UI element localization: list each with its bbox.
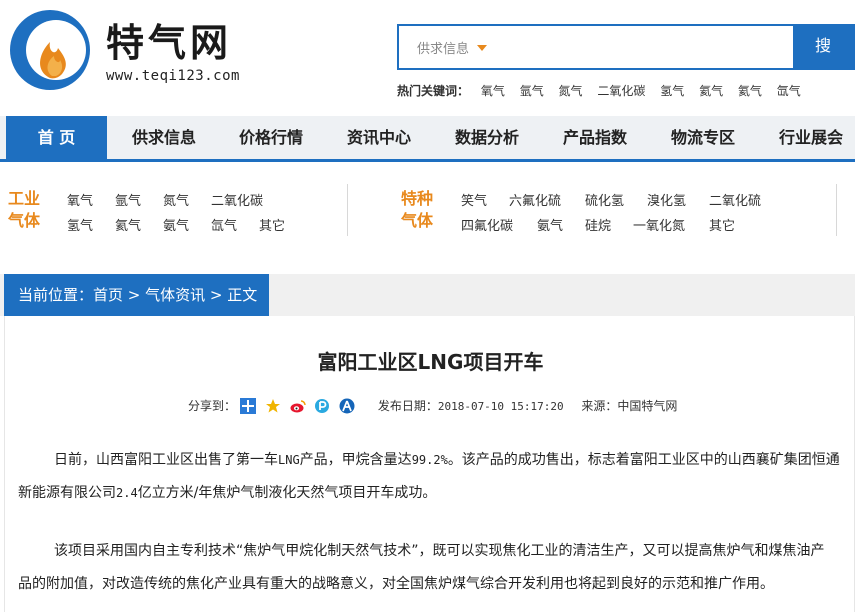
main-nav: 首 页 供求信息 价格行情 资讯中心 数据分析 产品指数 物流专区 行业展会 [0,116,855,162]
caret-down-icon [477,45,488,51]
nav-item-data[interactable]: 数据分析 [438,116,536,159]
search-button[interactable]: 搜 索 [793,24,855,101]
source-label: 来源： [581,399,618,413]
text-run: 新能源有限公司 [18,485,116,501]
article: 富阳工业区LNG项目开车 分享到： 发布日期：2018-07-10 15:17:… [4,316,855,612]
brand-url: www.teqi123.com [106,68,240,84]
category-item[interactable]: 氨气 [537,215,563,234]
paragraph-line: 日前，山西富阳工业区出售了第一车LNG产品，甲烷含量达99.2%。该产品的成功售… [52,444,842,477]
article-source: 中国特气网 [617,399,678,413]
category-item[interactable]: 氦气 [115,215,141,234]
category-divider [836,184,837,236]
gas-categories: 工业 气体 氧气 氩气 氮气 二氧化碳 氢气 氦气 氨气 氙气 其它 特种 气体… [0,178,855,240]
category-item[interactable]: 二氧化硫 [709,190,761,209]
category-item[interactable]: 其它 [259,215,285,234]
share-favorite-icon[interactable] [265,398,281,414]
article-title: 富阳工业区LNG项目开车 [317,350,544,374]
category-label-special: 特种 气体 [401,188,433,232]
text-run: 产品，甲烷含量达 [299,452,412,468]
breadcrumb-item-news[interactable]: 气体资讯 [145,286,205,304]
nav-item-supply[interactable]: 供求信息 [115,116,213,159]
nav-item-price[interactable]: 价格行情 [222,116,320,159]
paragraph-line: 该项目采用国内自主专利技术“焦炉气甲烷化制天然气技术”，既可以实现焦化工业的清洁… [54,543,825,559]
category-label-line: 气体 [401,211,434,230]
category-item[interactable]: 氧气 [67,190,93,209]
search-category-select[interactable]: 供求信息 [417,38,488,57]
hot-keyword[interactable]: 氙气 [777,82,801,99]
category-item[interactable]: 六氟化硫 [509,190,561,209]
hot-keywords-label: 热门关键词： [397,84,470,98]
hot-keyword[interactable]: 氦气 [738,82,762,99]
publish-date: 2018-07-10 15:17:20 [437,400,564,413]
category-label-line: 气体 [8,211,41,230]
category-item[interactable]: 四氟化碳 [461,215,513,234]
category-item[interactable]: 氢气 [67,215,93,234]
site-header: 特气网 www.teqi123.com 供求信息 搜 索 热门关键词： 氧气 氩… [0,0,855,112]
category-item[interactable]: 硫化氢 [585,190,624,209]
category-label-industrial: 工业 气体 [8,188,40,232]
paragraph-line: 品的附加值，对改造传统的焦化产业具有重大的战略意义，对全国焦炉煤气综合开发利用也… [18,576,774,592]
nav-item-news[interactable]: 资讯中心 [330,116,428,159]
category-label-line: 工业 [8,189,41,208]
category-item[interactable]: 氮气 [163,190,189,209]
hot-keyword[interactable]: 氧气 [481,82,505,99]
nav-item-expo[interactable]: 行业展会 [762,116,855,159]
hot-keyword[interactable]: 氢气 [660,82,684,99]
hot-keywords: 热门关键词： 氧气 氩气 氮气 二氧化碳 氢气 氦气 氦气 氙气 [397,82,812,99]
site-logo-icon[interactable] [4,6,96,94]
hot-keyword[interactable]: 氮气 [559,82,583,99]
date-label: 发布日期： [377,399,438,413]
breadcrumb: 当前位置：首页 > 气体资讯 > 正文 [4,274,270,316]
breadcrumb-item-current: 正文 [227,286,258,304]
share-weibo-icon[interactable] [290,398,306,414]
text-run: 亿立方米/年焦炉气制液化天然气项目开车成功。 [137,485,437,501]
brand-name[interactable]: 特气网 [106,20,232,66]
breadcrumb-prefix: 当前位置： [18,286,94,304]
category-label-line: 特种 [401,189,434,208]
breadcrumb-item-home[interactable]: 首页 [93,286,123,304]
breadcrumb-separator: > [205,286,228,304]
paragraph-line: 新能源有限公司2.4亿立方米/年焦炉气制液化天然气项目开车成功。 [18,477,842,510]
category-item[interactable]: 氙气 [211,215,237,234]
share-qzone-icon[interactable] [239,398,256,414]
category-item[interactable]: 其它 [709,215,735,234]
category-item[interactable]: 氨气 [163,215,189,234]
nav-item-home[interactable]: 首 页 [6,116,107,159]
share-label: 分享到： [188,399,237,413]
share-renren-icon[interactable] [339,398,355,414]
text-run: LNG [278,453,300,467]
hot-keyword[interactable]: 二氧化碳 [597,82,645,99]
text-run: 日前，山西富阳工业区出售了第一车 [54,452,278,468]
article-paragraph: 该项目采用国内自主专利技术“焦炉气甲烷化制天然气技术”，既可以实现焦化工业的清洁… [18,535,842,601]
text-run: 。该产品的成功售出，标志着富阳工业区中的山西襄矿集团恒通 [447,452,840,468]
category-item[interactable]: 溴化氢 [647,190,686,209]
category-item[interactable]: 硅烷 [585,215,611,234]
breadcrumb-separator: > [123,286,146,304]
article-paragraph: 日前，山西富阳工业区出售了第一车LNG产品，甲烷含量达99.2%。该产品的成功售… [18,444,842,510]
hot-keyword[interactable]: 氩气 [520,82,544,99]
nav-item-index[interactable]: 产品指数 [546,116,644,159]
article-meta: 分享到： 发布日期：2018-07-10 15:17:20 来源：中国特气网 [188,396,677,416]
nav-item-logistics[interactable]: 物流专区 [654,116,752,159]
category-item[interactable]: 笑气 [461,190,487,209]
text-run: 99.2% [411,453,448,467]
category-item[interactable]: 二氧化碳 [211,190,263,209]
hot-keyword[interactable]: 氦气 [699,82,723,99]
share-pengyou-icon[interactable] [314,398,330,414]
search-input[interactable]: 供求信息 [397,24,793,70]
category-item[interactable]: 一氧化氮 [633,215,685,234]
category-divider [347,184,348,236]
category-item[interactable]: 氩气 [115,190,141,209]
breadcrumb-bar: 当前位置：首页 > 气体资讯 > 正文 [0,274,855,316]
search-category-label: 供求信息 [417,42,470,57]
text-run: 2.4 [116,486,138,500]
